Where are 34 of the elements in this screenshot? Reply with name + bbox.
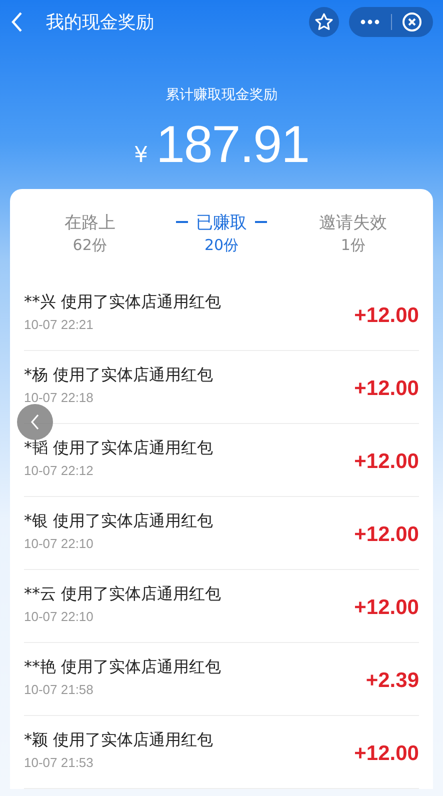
record-time: 10-07 21:58: [24, 682, 94, 697]
reward-amount: +12.00: [354, 376, 419, 401]
reward-amount: +12.00: [354, 742, 419, 766]
currency-symbol: ¥: [134, 144, 148, 168]
summary-label: 累计赚取现金奖励: [166, 86, 278, 104]
back-icon: [10, 11, 24, 33]
record-text: **兴 使用了实体店通用红包: [24, 292, 222, 313]
reward-amount: +12.00: [354, 522, 419, 547]
back-icon: [30, 414, 40, 430]
more-icon: [360, 19, 380, 25]
record-text: *韬 使用了实体店通用红包: [24, 438, 214, 459]
status-tab[interactable]: 已赚取 20份: [156, 210, 288, 255]
record-text: **艳 使用了实体店通用红包: [24, 656, 222, 678]
record-text: *银 使用了实体店通用红包: [24, 510, 214, 532]
status-tab[interactable]: 在路上 62份: [24, 210, 156, 255]
page-title: 我的现金奖励: [46, 11, 155, 34]
record-time: 10-07 22:10: [24, 608, 94, 624]
reward-amount: +12.00: [354, 450, 419, 474]
total-amount: 187.91: [156, 118, 310, 173]
record-text: *杨 使用了实体店通用红包: [24, 364, 214, 386]
status-tab[interactable]: 邀请失效 1份: [287, 210, 420, 255]
record-time: 10-07 22:18: [24, 390, 94, 405]
record-text: *颖 使用了实体店通用红包: [24, 730, 214, 751]
record-time: 10-07 21:53: [24, 754, 94, 770]
record-text: **云 使用了实体店通用红包: [24, 584, 222, 605]
star-icon: [314, 12, 334, 32]
reward-amount: +2.39: [366, 668, 419, 693]
record-time: 10-07 22:21: [24, 316, 94, 332]
record-time: 10-07 22:10: [24, 536, 94, 551]
record-time: 10-07 22:12: [24, 462, 94, 478]
reward-amount: +12.00: [354, 596, 419, 620]
reward-amount: +12.00: [354, 304, 419, 328]
favorite-button[interactable]: [309, 7, 339, 37]
close-icon: [402, 12, 422, 32]
